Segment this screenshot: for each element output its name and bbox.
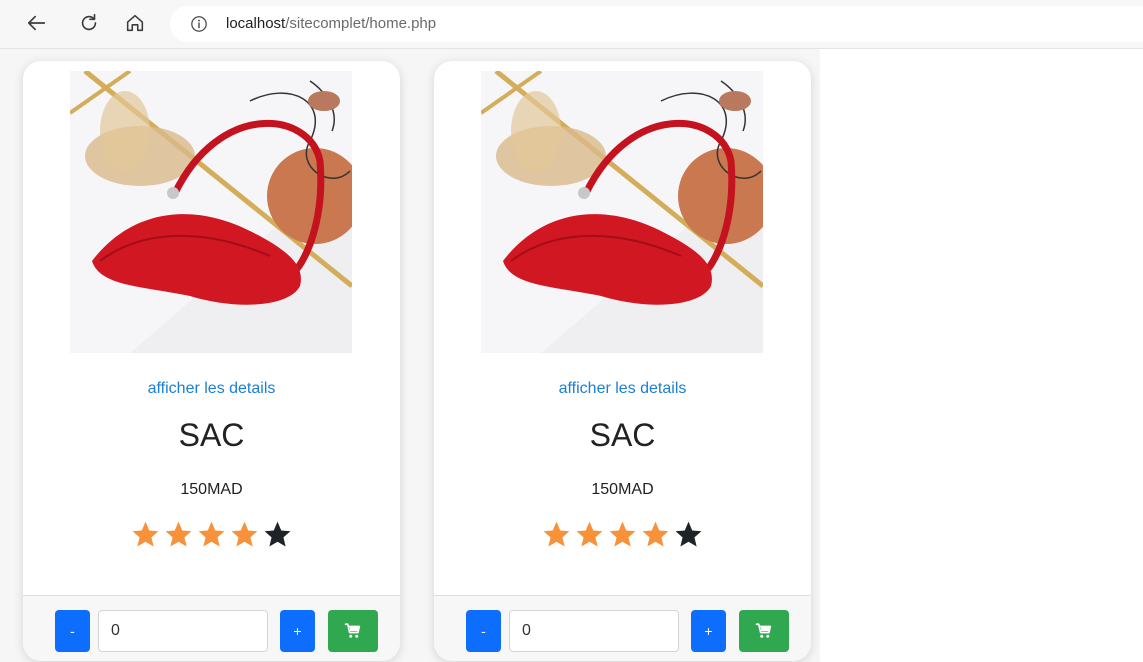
card-footer: - + [23, 595, 400, 661]
product-name: SAC [178, 417, 245, 453]
star-icon [231, 521, 258, 547]
shopping-cart-icon [755, 623, 772, 638]
product-card: afficher les details SAC 150MAD - + [434, 61, 811, 661]
browser-toolbar: localhost/sitecomplet/home.php [0, 0, 1143, 49]
rating-stars [434, 519, 811, 550]
product-card: afficher les details SAC 150MAD - + [23, 61, 400, 661]
star-icon [543, 521, 570, 547]
url-host: localhost [226, 15, 286, 32]
star-icon [576, 521, 603, 547]
home-button[interactable] [122, 10, 148, 36]
back-button[interactable] [24, 10, 50, 36]
star-icon [132, 521, 159, 547]
rating-stars [23, 519, 400, 550]
star-empty-icon [264, 521, 291, 547]
quantity-input[interactable] [509, 610, 679, 652]
product-image[interactable] [70, 71, 352, 353]
product-price: 150MAD [180, 481, 243, 498]
info-icon[interactable] [190, 15, 208, 33]
details-link[interactable]: afficher les details [434, 380, 811, 398]
shopping-cart-icon [344, 623, 361, 638]
url-text[interactable]: localhost/sitecomplet/home.php [226, 15, 436, 32]
details-link[interactable]: afficher les details [23, 380, 400, 398]
reload-icon [81, 13, 97, 31]
address-bar[interactable]: localhost/sitecomplet/home.php [170, 6, 1143, 42]
quantity-input[interactable] [98, 610, 268, 652]
product-price: 150MAD [591, 481, 654, 498]
star-icon [165, 521, 192, 547]
star-icon [642, 521, 669, 547]
star-icon [198, 521, 225, 547]
product-name: SAC [589, 417, 656, 453]
url-path: /sitecomplet/home.php [285, 15, 437, 32]
page-background [820, 49, 1143, 662]
card-footer: - + [434, 595, 811, 661]
add-to-cart-button[interactable] [739, 610, 789, 652]
add-to-cart-button[interactable] [328, 610, 378, 652]
home-icon [126, 14, 144, 32]
arrow-left-icon [27, 15, 46, 31]
decrease-button[interactable]: - [466, 610, 501, 652]
product-image[interactable] [481, 71, 763, 353]
reload-button[interactable] [76, 10, 102, 36]
increase-button[interactable]: + [280, 610, 315, 652]
page-content: afficher les details SAC 150MAD - + [0, 49, 1143, 662]
increase-button[interactable]: + [691, 610, 726, 652]
star-empty-icon [675, 521, 702, 547]
star-icon [609, 521, 636, 547]
decrease-button[interactable]: - [55, 610, 90, 652]
